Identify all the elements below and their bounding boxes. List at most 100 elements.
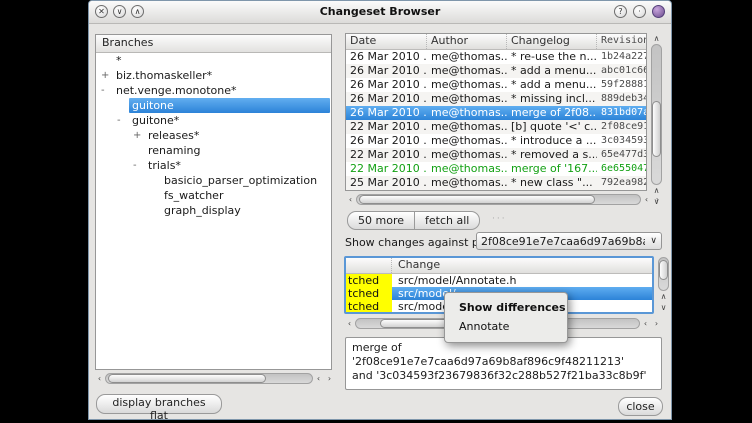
revision-date: 26 Mar 2010 ... bbox=[346, 64, 427, 78]
revision-row[interactable]: 22 Mar 2010 ...me@thomas...* removed a s… bbox=[346, 148, 646, 162]
branch-tree-item[interactable]: basicio_parser_optimization bbox=[97, 173, 330, 188]
chevron-down-icon: ∨ bbox=[645, 236, 657, 246]
display-branches-flat-button[interactable]: display branches flat bbox=[96, 394, 222, 414]
revision-id: 65e477d3 bbox=[597, 148, 646, 162]
revision-row[interactable]: 26 Mar 2010 ...me@thomas...* missing inc… bbox=[346, 92, 646, 106]
branch-label: basicio_parser_optimization bbox=[161, 173, 320, 188]
revision-row[interactable]: 26 Mar 2010 ...me@thomas...* re-use the … bbox=[346, 50, 646, 64]
change-row[interactable]: tchedsrc/model/Annotate.h bbox=[346, 274, 652, 287]
scroll-right-icon[interactable]: › bbox=[652, 194, 663, 205]
expand-icon[interactable]: + bbox=[101, 68, 113, 83]
scroll-up-icon[interactable]: ∧ bbox=[651, 33, 662, 44]
scroll-up-icon[interactable]: ∧ bbox=[658, 291, 669, 302]
branch-label: biz.thomaskeller* bbox=[113, 68, 215, 83]
branch-tree-item[interactable]: -guitone* bbox=[97, 113, 330, 128]
revisions-vscrollbar[interactable]: ∧ ∧ ∨ bbox=[649, 33, 664, 207]
collapse-icon[interactable]: - bbox=[133, 158, 145, 173]
revision-changelog: merge of '167... bbox=[507, 162, 597, 176]
revision-row[interactable]: 22 Mar 2010 ...me@thomas...merge of '167… bbox=[346, 162, 646, 176]
revision-row[interactable]: 26 Mar 2010 ...me@thomas...* introduce a… bbox=[346, 134, 646, 148]
revision-row[interactable]: 22 Mar 2010 ...me@thomas...[b] quote '<'… bbox=[346, 120, 646, 134]
column-header-revision-id[interactable]: Revision ID bbox=[597, 34, 646, 49]
collapse-icon[interactable]: - bbox=[101, 83, 113, 98]
revision-author: me@thomas... bbox=[427, 106, 507, 120]
revision-changelog: * introduce a ... bbox=[507, 134, 597, 148]
change-path: src/model/Annotate.h bbox=[392, 274, 652, 287]
help-icon[interactable]: ? bbox=[614, 5, 627, 18]
revision-id: 1b24a227 bbox=[597, 50, 646, 64]
branches-hscrollbar[interactable]: ‹ ‹ › bbox=[94, 372, 335, 385]
revision-row[interactable]: 26 Mar 2010 ...me@thomas...* add a menu.… bbox=[346, 64, 646, 78]
branch-tree-item[interactable]: +releases* bbox=[97, 128, 330, 143]
change-column-header: Change bbox=[392, 258, 652, 273]
scrollbar-track[interactable] bbox=[105, 373, 313, 384]
revision-author: me@thomas... bbox=[427, 78, 507, 92]
column-header-date[interactable]: Date bbox=[346, 34, 427, 49]
revision-id: 3c034593 bbox=[597, 134, 646, 148]
scroll-left-icon[interactable]: ‹ bbox=[641, 194, 652, 205]
menu-item-show-differences[interactable]: Show differences bbox=[445, 298, 567, 317]
revision-date: 26 Mar 2010 ... bbox=[346, 106, 427, 120]
scroll-down-icon[interactable]: ∨ bbox=[658, 302, 669, 313]
scrollbar-track[interactable] bbox=[651, 44, 662, 185]
revisions-hscrollbar[interactable]: ‹ ‹ › bbox=[345, 193, 663, 206]
window-title: Changeset Browser bbox=[89, 1, 671, 22]
changelog-line1: merge of '2f08ce91e7e7caa6d97a69b8af896c… bbox=[352, 341, 655, 369]
scroll-left-icon[interactable]: ‹ bbox=[94, 373, 105, 384]
close-window-icon[interactable]: ✕ bbox=[95, 5, 108, 18]
revisions-table-header[interactable]: DateAuthorChangelogRevision ID bbox=[346, 34, 646, 50]
menu-item-annotate[interactable]: Annotate bbox=[445, 317, 567, 336]
fetch-more-button[interactable]: 50 more bbox=[347, 211, 414, 230]
splitter-handle[interactable]: ··· bbox=[492, 214, 507, 224]
revision-date: 22 Mar 2010 ... bbox=[346, 148, 427, 162]
branch-tree-item[interactable]: guitone bbox=[97, 98, 330, 113]
expand-icon[interactable]: + bbox=[133, 128, 145, 143]
branch-tree-item[interactable]: -net.venge.monotone* bbox=[97, 83, 330, 98]
scrollbar-thumb[interactable] bbox=[108, 374, 266, 383]
revision-row[interactable]: 25 Mar 2010 ...me@thomas...* new class "… bbox=[346, 176, 646, 190]
scrollbar-thumb[interactable] bbox=[652, 101, 661, 157]
branch-tree-item[interactable]: +biz.thomaskeller* bbox=[97, 68, 330, 83]
shade-icon[interactable]: · bbox=[633, 5, 646, 18]
scrollbar-track[interactable] bbox=[356, 194, 641, 205]
parent-revision-select[interactable]: 2f08ce91e7e7caa6d97a69b8af89 ∨ bbox=[476, 232, 662, 250]
revision-changelog: * add a menu... bbox=[507, 64, 597, 78]
changelog-textbox[interactable]: merge of '2f08ce91e7e7caa6d97a69b8af896c… bbox=[345, 337, 662, 390]
revision-changelog: * missing incl... bbox=[507, 92, 597, 106]
changes-table-header[interactable]: Change bbox=[346, 258, 652, 274]
scrollbar-track[interactable] bbox=[658, 257, 669, 291]
maximize-icon[interactable]: ∧ bbox=[131, 5, 144, 18]
revision-row[interactable]: 26 Mar 2010 ...me@thomas...merge of 2f08… bbox=[346, 106, 646, 120]
changelog-line2: and '3c034593f23679836f32c288b527f21ba33… bbox=[352, 369, 655, 383]
titlebar[interactable]: Changeset Browser ✕ ∨ ∧ ? · bbox=[89, 1, 671, 24]
scroll-left-icon[interactable]: ‹ bbox=[313, 373, 324, 384]
revision-row[interactable]: 26 Mar 2010 ...me@thomas...* add a menu.… bbox=[346, 78, 646, 92]
revision-id: 889deb34 bbox=[597, 92, 646, 106]
scrollbar-thumb[interactable] bbox=[659, 260, 668, 280]
branch-tree-item[interactable]: graph_display bbox=[97, 203, 330, 218]
status-column-header bbox=[346, 258, 392, 273]
minimize-icon[interactable]: ∨ bbox=[113, 5, 126, 18]
branch-tree-item[interactable]: * bbox=[97, 53, 330, 68]
branch-tree-item[interactable]: -trials* bbox=[97, 158, 330, 173]
collapse-icon[interactable]: - bbox=[117, 113, 129, 128]
column-header-changelog[interactable]: Changelog bbox=[507, 34, 597, 49]
fetch-all-button[interactable]: fetch all bbox=[414, 211, 480, 230]
scroll-right-icon[interactable]: › bbox=[324, 373, 335, 384]
revision-id: 6e655047 bbox=[597, 162, 646, 176]
scroll-left-icon[interactable]: ‹ bbox=[344, 318, 355, 329]
revision-author: me@thomas... bbox=[427, 134, 507, 148]
branch-tree-item[interactable]: renaming bbox=[97, 143, 330, 158]
branches-header[interactable]: Branches bbox=[96, 35, 331, 53]
scroll-left-icon[interactable]: ‹ bbox=[640, 318, 651, 329]
branch-tree-item[interactable]: fs_watcher bbox=[97, 188, 330, 203]
changes-vscrollbar[interactable]: ∧ ∨ bbox=[656, 257, 671, 313]
revision-date: 25 Mar 2010 ... bbox=[346, 176, 427, 190]
close-button[interactable]: close bbox=[618, 397, 663, 416]
scroll-left-icon[interactable]: ‹ bbox=[345, 194, 356, 205]
changeset-browser-window: Changeset Browser ✕ ∨ ∧ ? · Branches *+b… bbox=[88, 0, 672, 420]
scroll-right-icon[interactable]: › bbox=[651, 318, 662, 329]
revision-date: 26 Mar 2010 ... bbox=[346, 92, 427, 106]
column-header-author[interactable]: Author bbox=[427, 34, 507, 49]
scrollbar-thumb[interactable] bbox=[359, 195, 595, 204]
